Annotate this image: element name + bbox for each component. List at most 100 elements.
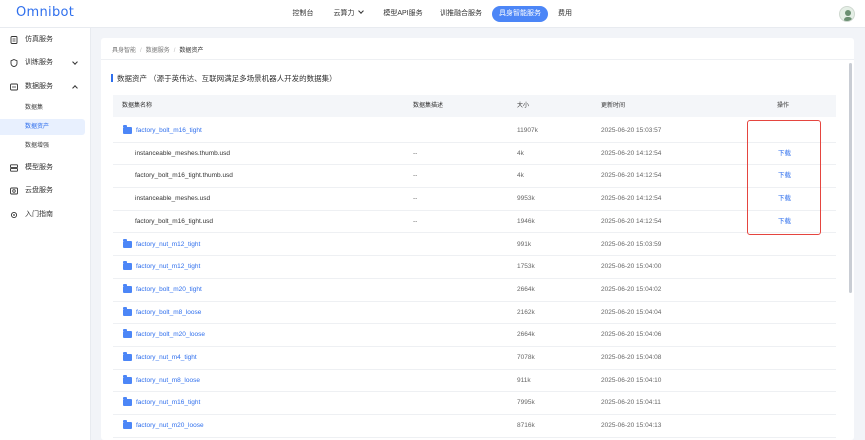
folder-name-link[interactable]: factory_bolt_m20_tight bbox=[136, 279, 202, 301]
table-body: factory_bolt_m16_tight 11907k 2025-06-20 1… bbox=[113, 120, 836, 440]
folder-name-link[interactable]: factory_nut_m20_loose bbox=[136, 415, 204, 437]
user-avatar[interactable] bbox=[839, 6, 855, 22]
download-link[interactable]: 下载 bbox=[778, 211, 791, 233]
app-logo[interactable]: Omnibot bbox=[16, 5, 74, 20]
size-cell: 1946k bbox=[517, 217, 535, 225]
chevron-down-icon bbox=[72, 59, 78, 65]
folder-icon bbox=[123, 125, 132, 134]
disk-icon bbox=[10, 187, 18, 195]
column-header-actions: 操作 bbox=[777, 103, 790, 109]
folder-row[interactable]: factory_nut_m16_tight 7995k 2025-06-20 15:… bbox=[113, 392, 836, 416]
breadcrumb-item[interactable]: 数据服务 bbox=[146, 48, 170, 54]
section-title-text: 数据资产 （源于英伟达、互联网满足多场景机器人开发的数据集） bbox=[117, 74, 337, 83]
nav-train-infer[interactable]: 训推融合服务 bbox=[436, 6, 486, 22]
folder-icon bbox=[123, 261, 132, 271]
folder-row[interactable]: factory_nut_m8_loose 911k 2025-06-20 15:04… bbox=[113, 370, 836, 393]
sidebar-item-getting-started[interactable]: 入门指南 bbox=[0, 207, 91, 223]
sidebar-subitem-data-augment[interactable]: 数据增强 bbox=[0, 138, 85, 154]
sidebar-item-model[interactable]: 模型服务 bbox=[0, 160, 91, 176]
download-link[interactable]: 下载 bbox=[778, 188, 791, 210]
size-cell: 1753k bbox=[517, 263, 535, 271]
nav-billing[interactable]: 费用 bbox=[554, 6, 576, 22]
file-row[interactable]: instanceable_meshes.thumb.usd -- 4k 2025-06… bbox=[113, 143, 836, 166]
folder-row[interactable]: factory_bolt_m20_tight 2664k 2025-06-20 15… bbox=[113, 279, 836, 302]
file-name: instanceable_meshes.thumb.usd bbox=[135, 149, 231, 157]
folder-row[interactable]: factory_bolt_m8_loose 2162k 2025-06-20 15:… bbox=[113, 302, 836, 325]
updated-time-cell: 2025-06-20 15:04:10 bbox=[601, 376, 662, 384]
nav-model-api[interactable]: 模型API服务 bbox=[377, 6, 429, 22]
sidebar-item-simulation[interactable]: 仿真服务 bbox=[0, 32, 91, 48]
nav-embodied-ai-label: 具身智能服务 bbox=[499, 10, 541, 17]
main-panel: 具身智能 / 数据服务 / 数据资产 数据资产 （源于英伟达、互联网满足多场景机器人开发… bbox=[101, 38, 854, 440]
sidebar-item-label: 数据服务 bbox=[25, 83, 53, 90]
folder-row[interactable]: factory_bolt_m20_loose 2664k 2025-06-20 15… bbox=[113, 324, 836, 347]
size-cell: 2162k bbox=[517, 308, 535, 316]
folder-row[interactable]: factory_bolt_m16_tight 11907k 2025-06-20 1… bbox=[113, 120, 836, 143]
size-cell: 911k bbox=[517, 376, 531, 384]
description-cell: -- bbox=[413, 149, 418, 157]
breadcrumb-item[interactable]: 具身智能 bbox=[112, 48, 136, 54]
chevron-up-icon bbox=[72, 85, 78, 91]
folder-icon bbox=[123, 306, 132, 316]
chevron-down-icon bbox=[357, 8, 364, 14]
nav-model-api-label: 模型API服务 bbox=[383, 10, 423, 17]
sidebar-subitem-datasets[interactable]: 数据集 bbox=[0, 100, 85, 116]
folder-name-link[interactable]: factory_nut_m8_loose bbox=[136, 370, 200, 392]
size-cell: 8716k bbox=[517, 422, 535, 430]
sidebar-item-data[interactable]: 数据服务 bbox=[0, 79, 91, 95]
size-cell: 11907k bbox=[517, 127, 538, 134]
sidebar-subitem-label: 数据增强 bbox=[25, 143, 50, 149]
download-link[interactable]: 下载 bbox=[778, 165, 791, 187]
table-header: 数据集名称 数据集描述 大小 更新时间 操作 bbox=[113, 95, 836, 117]
folder-icon bbox=[123, 238, 132, 248]
folder-name-link[interactable]: factory_nut_m12_tight bbox=[136, 256, 200, 278]
nav-embodied-ai[interactable]: 具身智能服务 bbox=[492, 6, 548, 22]
download-link[interactable]: 下载 bbox=[778, 143, 791, 165]
updated-time-cell: 2025-06-20 14:12:54 bbox=[601, 217, 662, 225]
file-name: instanceable_meshes.usd bbox=[135, 195, 211, 203]
divider bbox=[101, 59, 854, 60]
folder-row[interactable]: factory_nut_m12_tight 991k 2025-06-20 15:0… bbox=[113, 234, 836, 257]
folder-name-link[interactable]: factory_bolt_m8_loose bbox=[136, 302, 201, 324]
folder-row[interactable]: factory_nut_m4_tight 7078k 2025-06-20 15:0… bbox=[113, 347, 836, 370]
updated-time-cell: 2025-06-20 14:12:54 bbox=[601, 149, 662, 157]
data-icon bbox=[10, 83, 18, 91]
size-cell: 9953k bbox=[517, 195, 535, 203]
sidebar-item-training[interactable]: 训练服务 bbox=[0, 55, 91, 71]
updated-time-cell: 2025-06-20 14:12:54 bbox=[601, 195, 662, 203]
sidebar-item-label: 模型服务 bbox=[25, 164, 53, 171]
updated-time-cell: 2025-06-20 15:04:00 bbox=[601, 263, 662, 271]
folder-icon bbox=[123, 283, 132, 293]
nav-cloud-compute-label: 云算力 bbox=[333, 10, 355, 17]
file-name: factory_bolt_m16_tight.thumb.usd bbox=[135, 172, 233, 180]
folder-name-link[interactable]: factory_nut_m4_tight bbox=[136, 347, 197, 369]
folder-name-link[interactable]: factory_nut_m16_tight bbox=[136, 392, 200, 414]
updated-time-cell: 2025-06-20 15:04:02 bbox=[601, 285, 662, 293]
sidebar-item-cloud-disk[interactable]: 云盘服务 bbox=[0, 183, 91, 199]
size-cell: 7078k bbox=[517, 354, 535, 361]
nav-billing-label: 费用 bbox=[558, 10, 572, 17]
folder-name-link[interactable]: factory_nut_m12_tight bbox=[136, 234, 200, 256]
column-header-size: 大小 bbox=[517, 103, 530, 109]
sidebar-subitem-data-assets[interactable]: 数据资产 bbox=[0, 119, 85, 135]
folder-row[interactable]: factory_nut_m20_loose 8716k 2025-06-20 15:… bbox=[113, 415, 836, 438]
file-row[interactable]: factory_bolt_m16_tight.thumb.usd -- 4k 2025… bbox=[113, 165, 836, 189]
nav-console-label: 控制台 bbox=[292, 10, 314, 17]
scrollbar[interactable] bbox=[849, 63, 852, 293]
folder-row[interactable]: factory_nut_m12_tight 1753k 2025-06-20 15:… bbox=[113, 256, 836, 279]
file-row[interactable]: factory_bolt_m16_tight.usd -- 1946k 2025-06… bbox=[113, 211, 836, 234]
folder-name-link[interactable]: factory_bolt_m16_tight bbox=[136, 120, 202, 142]
shield-icon bbox=[10, 59, 18, 67]
updated-time-cell: 2025-06-20 15:04:06 bbox=[601, 331, 662, 339]
nav-console[interactable]: 控制台 bbox=[287, 6, 319, 22]
size-cell: 7995k bbox=[517, 399, 535, 407]
file-row[interactable]: instanceable_meshes.usd -- 9953k 2025-06-20… bbox=[113, 188, 836, 211]
nav-cloud-compute[interactable]: 云算力 bbox=[326, 6, 370, 22]
server-icon bbox=[10, 164, 18, 172]
folder-name-link[interactable]: factory_bolt_m20_loose bbox=[136, 324, 205, 346]
section-title: 数据资产 （源于英伟达、互联网满足多场景机器人开发的数据集） bbox=[111, 73, 337, 84]
top-navbar: Omnibot 控制台 云算力 模型API服务 训推融合服务 具身智能服务 费用 bbox=[0, 0, 865, 28]
file-name: factory_bolt_m16_tight.usd bbox=[135, 217, 214, 225]
description-cell: -- bbox=[413, 195, 418, 203]
sidebar-subitem-label: 数据集 bbox=[25, 105, 44, 111]
